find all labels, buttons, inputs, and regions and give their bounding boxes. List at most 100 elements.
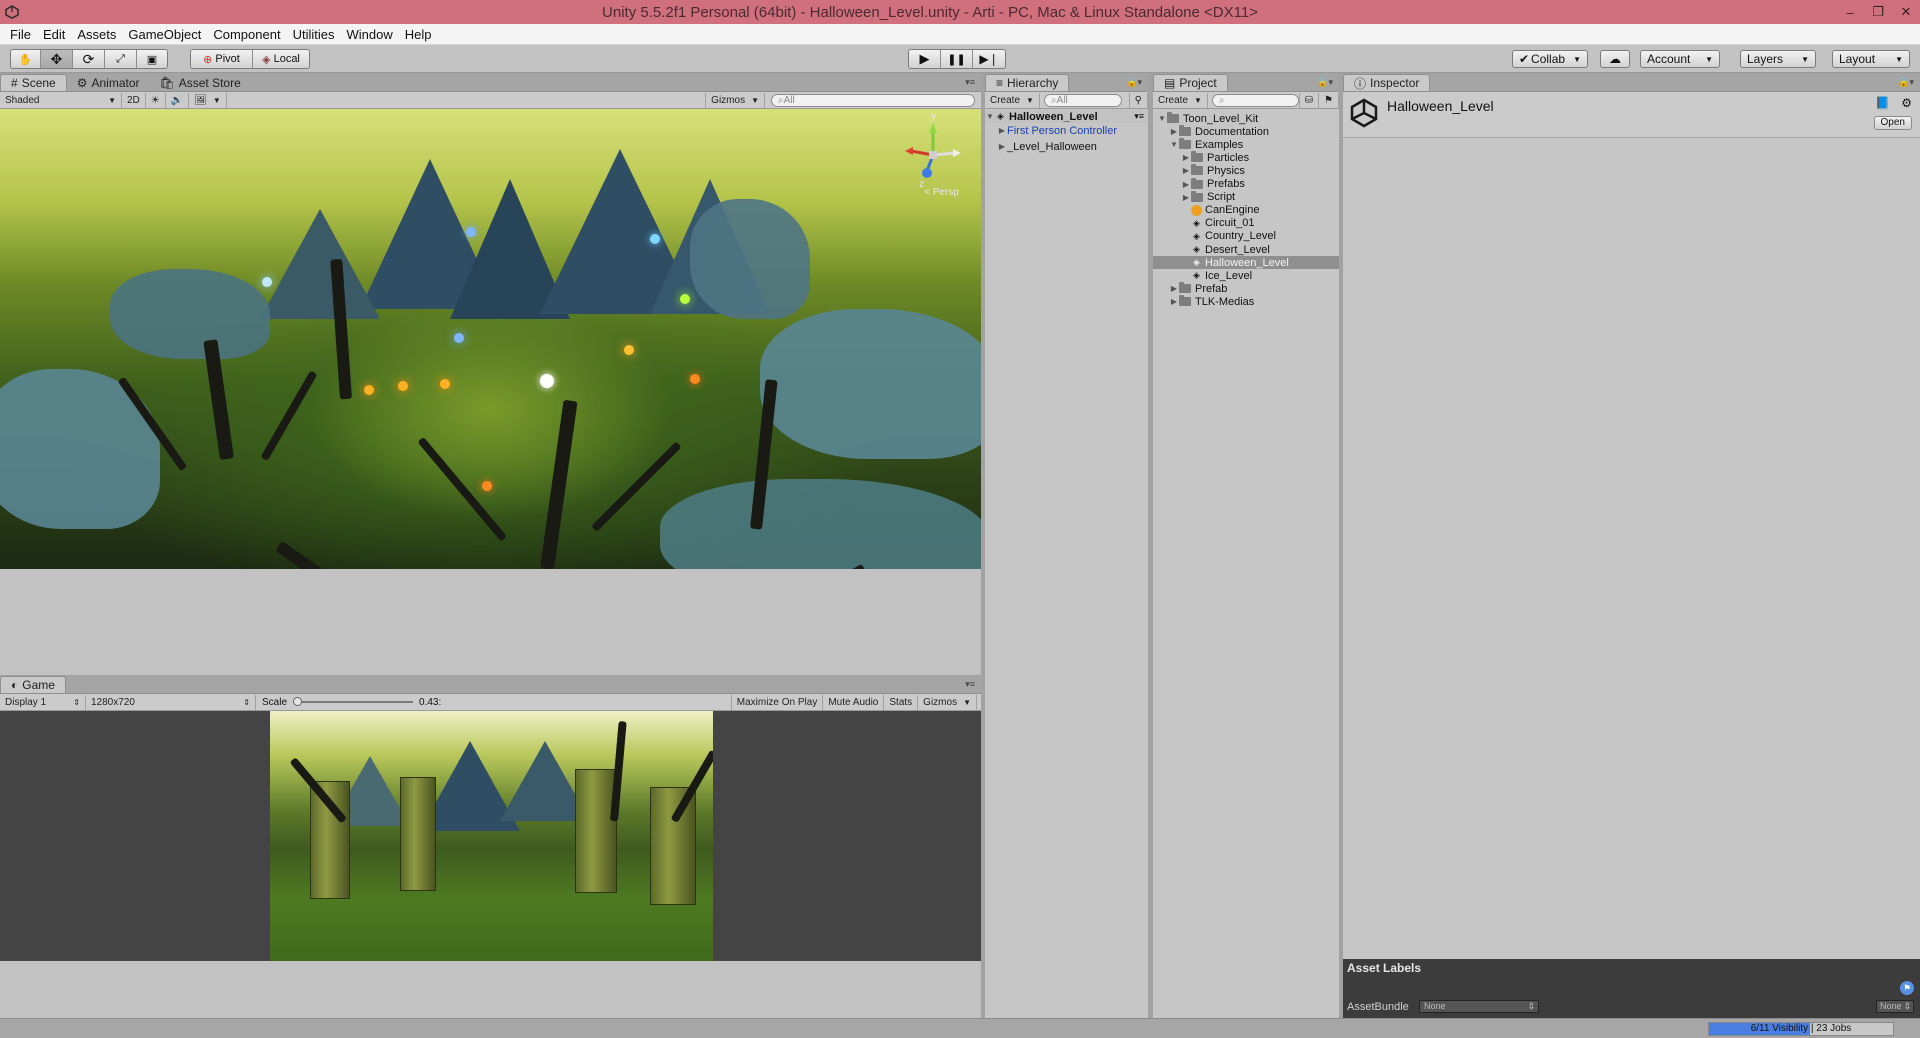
- minimize-button[interactable]: –: [1836, 5, 1864, 20]
- label-tag-icon[interactable]: ⚑: [1900, 981, 1914, 995]
- open-button[interactable]: Open: [1873, 116, 1912, 130]
- tab-scene[interactable]: # Scene: [0, 74, 67, 91]
- display-dropdown[interactable]: Display 1 ⇕: [0, 694, 86, 710]
- expand-arrow-icon[interactable]: ▼: [985, 112, 995, 121]
- close-button[interactable]: ✕: [1892, 4, 1920, 20]
- rect-tool-button[interactable]: ▣: [137, 50, 167, 68]
- hierarchy-item[interactable]: ▶ First Person Controller: [985, 124, 1148, 137]
- assetbundle-dropdown[interactable]: None ⇕: [1419, 1000, 1539, 1013]
- mute-audio-toggle[interactable]: Mute Audio: [823, 694, 885, 710]
- expand-arrow-icon[interactable]: ▼: [1169, 140, 1179, 149]
- tab-game[interactable]: ◐ Game: [0, 676, 66, 693]
- hierarchy-filter-button[interactable]: ⚲: [1128, 92, 1148, 108]
- hierarchy-scene-row[interactable]: ▼ ◈ Halloween_Level ▾≡: [985, 110, 1148, 123]
- project-folder[interactable]: ▶ Prefab: [1153, 282, 1339, 295]
- menu-window[interactable]: Window: [340, 27, 398, 42]
- point-light-icon[interactable]: [466, 227, 476, 237]
- expand-arrow-icon[interactable]: ▶: [1169, 284, 1179, 293]
- project-asset[interactable]: ◈ Country_Level: [1153, 230, 1339, 243]
- scale-tool-button[interactable]: ⤢: [105, 50, 137, 68]
- expand-arrow-icon[interactable]: ▶: [997, 142, 1007, 151]
- point-light-icon[interactable]: [364, 385, 374, 395]
- point-light-icon[interactable]: [482, 481, 492, 491]
- panel-menu-icon[interactable]: ▾≡: [965, 77, 975, 88]
- scale-slider-knob[interactable]: [293, 697, 303, 706]
- filter-by-label-button[interactable]: ⚑: [1319, 92, 1339, 108]
- gear-icon[interactable]: ⚙: [1901, 96, 1912, 110]
- point-light-icon[interactable]: [398, 381, 408, 391]
- move-tool-button[interactable]: ✥: [41, 50, 73, 68]
- point-light-icon[interactable]: [690, 374, 700, 384]
- lock-icon[interactable]: 🔒▾: [1898, 77, 1914, 88]
- scene-search-input[interactable]: ⌕ All: [771, 93, 975, 107]
- menu-assets[interactable]: Assets: [71, 27, 122, 42]
- expand-arrow-icon[interactable]: ▶: [1169, 127, 1179, 136]
- hierarchy-create-dropdown[interactable]: Create ▼: [985, 92, 1040, 108]
- point-light-icon[interactable]: [262, 277, 272, 287]
- tab-inspector[interactable]: ⓘ Inspector: [1343, 74, 1431, 91]
- collab-dropdown[interactable]: ✔ Collab ▼: [1512, 50, 1588, 68]
- scene-viewport[interactable]: y z < Persp: [0, 109, 981, 569]
- toggle-2d-button[interactable]: 2D: [122, 92, 146, 108]
- layout-dropdown[interactable]: Layout ▼: [1832, 50, 1910, 68]
- tab-asset-store[interactable]: 🛍 Asset Store: [150, 74, 251, 91]
- gizmos-dropdown[interactable]: Gizmos ▼: [705, 92, 765, 108]
- assetbundle-variant-dropdown[interactable]: None ⇕: [1876, 1000, 1914, 1013]
- scale-slider[interactable]: [293, 697, 414, 706]
- expand-arrow-icon[interactable]: ▶: [1181, 180, 1191, 189]
- project-asset[interactable]: CanEngine: [1153, 204, 1339, 217]
- project-folder[interactable]: ▶ Script: [1153, 190, 1339, 204]
- projection-label[interactable]: < Persp: [924, 187, 959, 198]
- project-folder[interactable]: ▼ Toon_Level_Kit: [1153, 112, 1339, 125]
- step-button[interactable]: ▶❘: [973, 50, 1005, 68]
- project-asset[interactable]: ◈ Ice_Level: [1153, 269, 1339, 282]
- project-asset[interactable]: ◈ Desert_Level: [1153, 243, 1339, 256]
- project-folder[interactable]: ▶ TLK-Medias: [1153, 295, 1339, 308]
- play-button[interactable]: ▶: [909, 50, 941, 68]
- audio-toggle[interactable]: 🔊: [166, 92, 190, 108]
- project-search-input[interactable]: ⌕: [1211, 93, 1299, 107]
- pause-button[interactable]: ❚❚: [941, 50, 973, 68]
- point-light-icon[interactable]: [454, 333, 464, 343]
- expand-arrow-icon[interactable]: ▶: [1181, 166, 1191, 175]
- effects-dropdown[interactable]: 🖼 ▼: [189, 92, 227, 108]
- expand-arrow-icon[interactable]: ▼: [1157, 114, 1167, 123]
- panel-menu-icon[interactable]: ▾≡: [965, 679, 975, 690]
- project-folder[interactable]: ▼ Examples: [1153, 138, 1339, 151]
- menu-gameobject[interactable]: GameObject: [122, 27, 207, 42]
- local-button[interactable]: ◈ Local: [253, 50, 309, 68]
- account-dropdown[interactable]: Account ▼: [1640, 50, 1720, 68]
- hand-tool-button[interactable]: ✋: [11, 50, 41, 68]
- filter-by-type-button[interactable]: ⛁: [1298, 92, 1320, 108]
- project-create-dropdown[interactable]: Create ▼: [1153, 92, 1208, 108]
- point-light-icon[interactable]: [680, 294, 690, 304]
- rotate-tool-button[interactable]: ⟳: [73, 50, 105, 68]
- project-folder[interactable]: ▶ Physics: [1153, 164, 1339, 177]
- expand-arrow-icon[interactable]: ▶: [1181, 193, 1191, 202]
- expand-arrow-icon[interactable]: ▶: [997, 126, 1007, 135]
- game-gizmos-dropdown[interactable]: Gizmos ▼: [918, 694, 977, 710]
- maximize-on-play-toggle[interactable]: Maximize On Play: [730, 694, 824, 710]
- lighting-toggle[interactable]: ☀: [146, 92, 166, 108]
- point-light-icon[interactable]: [440, 379, 450, 389]
- lock-icon[interactable]: 🔒▾: [1126, 77, 1142, 88]
- menu-edit[interactable]: Edit: [37, 27, 71, 42]
- menu-utilities[interactable]: Utilities: [287, 27, 341, 42]
- resolution-dropdown[interactable]: 1280x720 ⇕: [86, 694, 256, 710]
- project-folder[interactable]: ▶ Documentation: [1153, 125, 1339, 138]
- hierarchy-item[interactable]: ▶ _Level_Halloween: [985, 140, 1148, 153]
- layers-dropdown[interactable]: Layers ▼: [1740, 50, 1816, 68]
- expand-arrow-icon[interactable]: ▶: [1169, 297, 1179, 306]
- tab-animator[interactable]: ⚙ Animator: [67, 74, 150, 91]
- shading-dropdown[interactable]: Shaded ▼: [0, 92, 122, 108]
- cloud-button[interactable]: ☁: [1600, 50, 1630, 68]
- project-folder[interactable]: ▶ Prefabs: [1153, 177, 1339, 191]
- menu-help[interactable]: Help: [399, 27, 438, 42]
- expand-arrow-icon[interactable]: ▶: [1181, 153, 1191, 162]
- audio-source-icon[interactable]: [540, 374, 554, 388]
- hierarchy-search-input[interactable]: ⌕ All: [1043, 93, 1122, 107]
- scene-menu-icon[interactable]: ▾≡: [1134, 111, 1144, 122]
- point-light-icon[interactable]: [624, 345, 634, 355]
- game-viewport[interactable]: [0, 711, 981, 961]
- tab-hierarchy[interactable]: ≡ Hierarchy: [985, 74, 1070, 91]
